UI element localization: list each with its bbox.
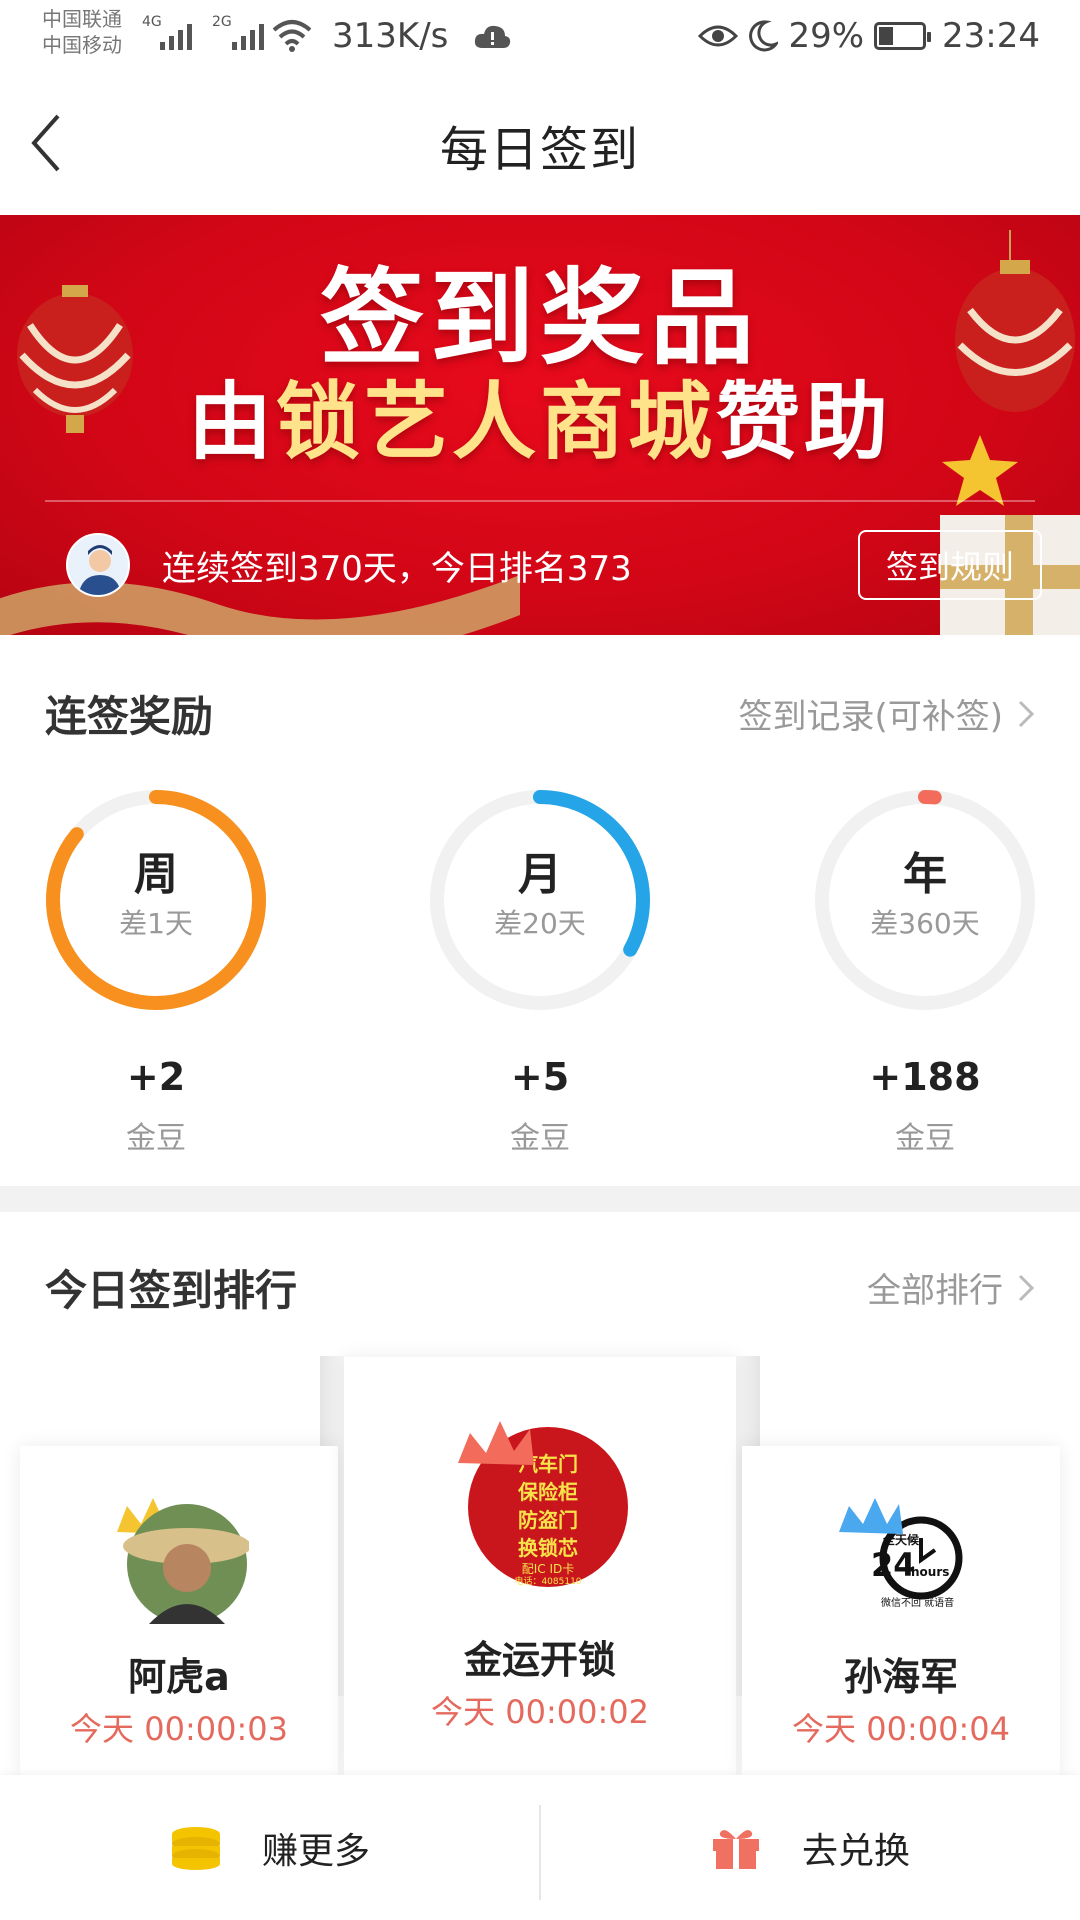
earn-more-button[interactable]: 赚更多 <box>0 1775 540 1920</box>
avatar-clock-label-2: hours <box>911 1565 949 1579</box>
avatar-sign-line-2: 保险柜 <box>517 1480 578 1504</box>
rank-card-1st[interactable]: 汽车门 保险柜 防盗门 换锁芯 配IC ID卡 电话：4085110 金运开锁 … <box>344 1357 736 1777</box>
month-progress-ring: 月 差20天 <box>420 780 660 1020</box>
gift-icon <box>712 1829 759 1869</box>
week-reward: +2 <box>126 1055 186 1099</box>
week-remaining: 差1天 <box>119 907 193 940</box>
month-reward: +5 <box>510 1055 570 1099</box>
rank-2-avatar <box>109 1484 251 1624</box>
page-title: 每日签到 <box>439 122 640 178</box>
rank-1-name: 金运开锁 <box>463 1638 616 1682</box>
coin-stack-icon <box>171 1826 220 1870</box>
rank-2-time: 今天 00:00:03 <box>70 1710 288 1748</box>
month-label: 月 <box>518 849 562 900</box>
exchange-label: 去兑换 <box>801 1830 910 1872</box>
banner-subtitle-part1: 由 <box>187 373 276 471</box>
avatar-sign-line-6: 电话：4085110 <box>514 1575 581 1587</box>
all-ranking-label: 全部排行 <box>867 1271 1003 1311</box>
carrier-1: 中国联通 <box>42 7 122 31</box>
clock: 23:24 <box>942 16 1040 56</box>
battery-percent: 29% <box>788 16 865 56</box>
year-label: 年 <box>903 849 947 900</box>
rank-3-time: 今天 00:00:04 <box>792 1710 1010 1748</box>
rank-2-name: 阿虎a <box>128 1655 230 1699</box>
avatar-sign-line-5: 配IC ID卡 <box>522 1562 575 1576</box>
sponsor-banner[interactable]: 签到奖品 由锁艺人商城赞助 连续签到370天，今日排名373 签到规则 <box>0 215 1080 635</box>
streak-section-header: 连签奖励 签到记录(可补签) <box>0 683 1080 763</box>
streak-year[interactable]: 年 差360天 +188 金豆 <box>805 780 1045 1157</box>
ranking-section-title: 今日签到排行 <box>45 1266 298 1315</box>
chevron-right-icon <box>1018 700 1035 727</box>
carrier-names: 中国联通 中国移动 <box>42 6 122 58</box>
nav-header: 每日签到 <box>0 80 1080 210</box>
rank-3-name: 孙海军 <box>843 1655 958 1699</box>
week-label: 周 <box>134 849 178 900</box>
banner-subtitle-brand: 锁艺人商城 <box>275 373 716 471</box>
all-ranking-link[interactable]: 全部排行 <box>867 1263 1035 1312</box>
month-reward-unit: 金豆 <box>510 1121 570 1156</box>
ranking-section-header: 今日签到排行 全部排行 <box>0 1257 1080 1337</box>
crown-icon <box>839 1498 903 1534</box>
battery-icon <box>874 22 932 50</box>
year-remaining: 差360天 <box>870 907 980 940</box>
banner-subtitle-part3: 赞助 <box>716 373 893 471</box>
avatar-sign-line-4: 换锁芯 <box>518 1536 578 1560</box>
section-separator <box>0 1186 1080 1212</box>
rank-3-avatar: 全天候 24 hours 微信不回 就语音 <box>831 1484 971 1624</box>
sign-in-rules-button[interactable]: 签到规则 <box>858 530 1042 600</box>
streak-section-title: 连签奖励 <box>45 692 214 741</box>
streak-week[interactable]: 周 差1天 +2 金豆 <box>36 780 276 1157</box>
chevron-right-icon <box>1018 1274 1035 1301</box>
rank-1-avatar: 汽车门 保险柜 防盗门 换锁芯 配IC ID卡 电话：4085110 <box>450 1409 630 1589</box>
week-progress-ring: 周 差1天 <box>36 780 276 1020</box>
network-speed: 313K/s <box>332 16 449 56</box>
week-reward-unit: 金豆 <box>126 1121 186 1156</box>
avatar-sign-line-3: 防盗门 <box>518 1508 578 1532</box>
signal-icon-1: 4G <box>142 14 192 50</box>
streak-info: 连续签到370天，今日排名373 <box>162 549 632 589</box>
sign-in-record-label: 签到记录(可补签) <box>738 697 1003 737</box>
rank-card-3rd[interactable]: 全天候 24 hours 微信不回 就语音 孙海军 今天 00:00:04 <box>742 1446 1060 1776</box>
signal-icon-2: 2G <box>212 14 264 50</box>
status-bar: 中国联通 中国移动 4G 2G 313K/s 29% 23:24 <box>0 0 1080 80</box>
bottom-action-bar: 赚更多 去兑换 <box>0 1775 1080 1920</box>
avatar-clock-label-1: 全天候 <box>882 1532 920 1547</box>
moon-icon <box>749 20 779 52</box>
earn-more-label: 赚更多 <box>261 1830 370 1872</box>
year-reward-unit: 金豆 <box>895 1121 955 1156</box>
wifi-icon <box>272 20 312 52</box>
exchange-button[interactable]: 去兑换 <box>540 1775 1080 1920</box>
streak-rings: 周 差1天 +2 金豆 月 差20天 +5 金豆 年 差360天 +188 金豆 <box>0 780 1080 1160</box>
cloud-icon <box>474 25 511 48</box>
avatar-clock-number: 24 <box>871 1546 916 1584</box>
banner-subtitle: 由锁艺人商城赞助 <box>0 355 1080 476</box>
sign-in-record-link[interactable]: 签到记录(可补签) <box>738 689 1035 738</box>
year-reward: +188 <box>869 1055 981 1099</box>
user-avatar[interactable] <box>66 533 130 597</box>
eye-icon <box>698 25 739 47</box>
back-arrow-icon[interactable] <box>28 108 88 178</box>
rank-card-2nd[interactable]: 阿虎a 今天 00:00:03 <box>20 1446 338 1776</box>
streak-month[interactable]: 月 差20天 +5 金豆 <box>420 780 660 1157</box>
carrier-2: 中国移动 <box>42 33 122 57</box>
banner-divider <box>45 500 1035 502</box>
month-remaining: 差20天 <box>494 907 586 940</box>
year-progress-ring: 年 差360天 <box>805 780 1045 1020</box>
crown-icon <box>458 1421 534 1465</box>
avatar-clock-label-3: 微信不回 就语音 <box>881 1596 954 1609</box>
rank-1-time: 今天 00:00:02 <box>431 1693 649 1731</box>
